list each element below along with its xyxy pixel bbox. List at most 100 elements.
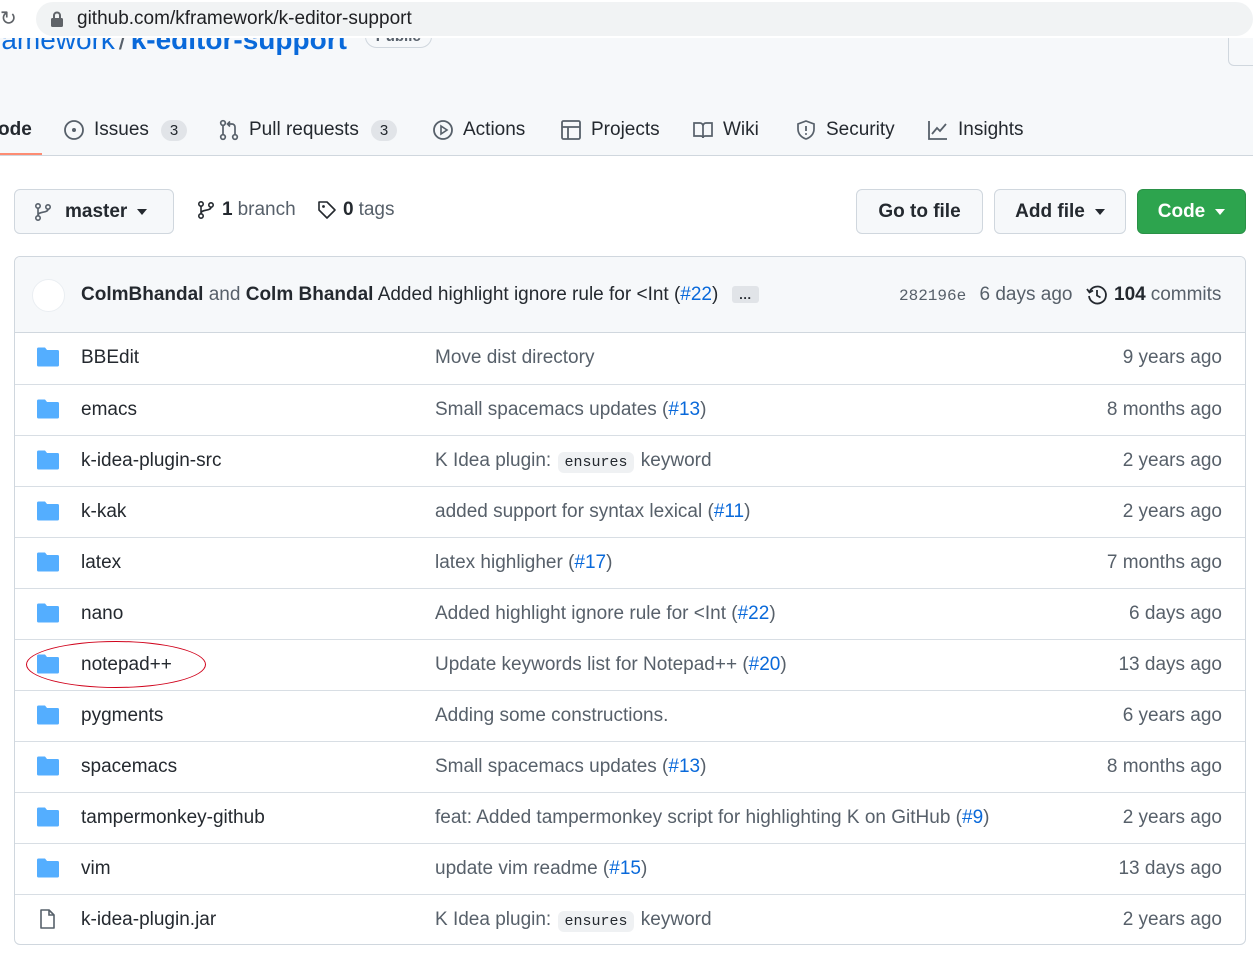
commit-pr-link[interactable]: #22 bbox=[680, 284, 712, 305]
file-row[interactable]: spacemacs Small spacemacs updates (#13) 8 … bbox=[15, 741, 1245, 792]
book-icon bbox=[693, 122, 713, 139]
file-row[interactable]: nano Added highlight ignore rule for <Int… bbox=[15, 588, 1245, 639]
commit-msg-text[interactable]: added support for syntax lexical ( bbox=[435, 501, 714, 522]
branch-select-button[interactable]: master bbox=[14, 189, 174, 234]
code-button[interactable]: Code bbox=[1137, 189, 1246, 234]
tab-security[interactable]: Security bbox=[795, 104, 895, 155]
commit-pr-link[interactable]: #13 bbox=[668, 399, 700, 420]
tags-link[interactable]: 0 tags bbox=[317, 199, 395, 221]
file-row[interactable]: k-kak added support for syntax lexical (#… bbox=[15, 486, 1245, 537]
issues-count-badge: 3 bbox=[160, 119, 188, 141]
address-bar[interactable]: github.com/kframework/k-editor-support bbox=[36, 2, 1253, 36]
file-name-link[interactable]: k-idea-plugin.jar bbox=[81, 909, 216, 931]
repo-action-button[interactable] bbox=[1228, 38, 1253, 66]
commit-msg-end[interactable]: ) bbox=[744, 501, 750, 522]
commits-history-link[interactable]: 104 commits bbox=[1086, 284, 1221, 306]
expand-commit-button[interactable]: … bbox=[731, 286, 759, 304]
file-row[interactable]: BBEdit Move dist directory 9 years ago bbox=[15, 333, 1245, 384]
tab-wiki[interactable]: Wiki bbox=[692, 104, 759, 155]
repo-owner-link[interactable]: ramework bbox=[0, 38, 115, 55]
tab-pull-requests[interactable]: Pull requests 3 bbox=[218, 104, 398, 155]
file-commit-message: Move dist directory bbox=[435, 347, 594, 369]
commit-msg-text[interactable]: K Idea plugin: bbox=[435, 450, 551, 471]
commit-msg-text[interactable]: update vim readme ( bbox=[435, 858, 609, 879]
commit-coauthor-link[interactable]: Colm Bhandal bbox=[246, 284, 374, 305]
file-commit-message: latex highligher (#17) bbox=[435, 552, 612, 574]
branches-link[interactable]: 1 branch bbox=[196, 199, 296, 221]
tab-label: Projects bbox=[591, 119, 660, 140]
branch-icon bbox=[197, 200, 215, 220]
tab-label: ode bbox=[0, 119, 32, 140]
commit-msg-end[interactable]: ) bbox=[641, 858, 647, 879]
file-name-link[interactable]: k-idea-plugin-src bbox=[81, 450, 221, 472]
pull-request-icon bbox=[219, 119, 239, 141]
commit-message-end: ) bbox=[712, 284, 719, 305]
file-name-link[interactable]: pygments bbox=[81, 705, 163, 727]
tab-insights[interactable]: Insights bbox=[927, 104, 1023, 155]
file-name-link[interactable]: spacemacs bbox=[81, 756, 177, 778]
commit-msg-end[interactable]: ) bbox=[606, 552, 612, 573]
commit-msg-end[interactable]: keyword bbox=[641, 909, 712, 930]
file-commit-message: update vim readme (#15) bbox=[435, 858, 647, 880]
reload-icon[interactable]: ↻ bbox=[0, 6, 17, 30]
repo-name-link[interactable]: k-editor-support bbox=[131, 38, 347, 55]
file-row[interactable]: latex latex highligher (#17) 7 months ago bbox=[15, 537, 1245, 588]
go-to-file-label: Go to file bbox=[878, 200, 961, 222]
file-name-link[interactable]: nano bbox=[81, 603, 123, 625]
commit-msg-text[interactable]: Added highlight ignore rule for <Int ( bbox=[435, 603, 738, 624]
file-row[interactable]: vim update vim readme (#15) 13 days ago bbox=[15, 843, 1245, 894]
file-row[interactable]: k-idea-plugin.jar K Idea plugin: ensures … bbox=[15, 894, 1245, 944]
commits-label: commits bbox=[1150, 284, 1222, 305]
commit-msg-text[interactable]: Move dist directory bbox=[435, 347, 594, 368]
tab-code[interactable]: ode bbox=[0, 104, 32, 155]
commit-msg-text[interactable]: Adding some constructions. bbox=[435, 705, 668, 726]
commit-msg-text[interactable]: Small spacemacs updates ( bbox=[435, 756, 668, 777]
commit-msg-text[interactable]: Small spacemacs updates ( bbox=[435, 399, 668, 420]
tab-actions[interactable]: Actions bbox=[432, 104, 525, 155]
file-row[interactable]: pygments Adding some constructions. 6 year… bbox=[15, 690, 1245, 741]
commit-pr-link[interactable]: #11 bbox=[714, 501, 744, 522]
file-name-link[interactable]: k-kak bbox=[81, 501, 126, 523]
file-row[interactable]: k-idea-plugin-src K Idea plugin: ensures … bbox=[15, 435, 1245, 486]
commit-msg-end[interactable]: ) bbox=[780, 654, 786, 675]
commit-msg-end[interactable]: ) bbox=[983, 807, 989, 828]
commit-pr-link[interactable]: #13 bbox=[668, 756, 700, 777]
file-name-link[interactable]: emacs bbox=[81, 399, 137, 421]
commit-pr-link[interactable]: #22 bbox=[738, 603, 770, 624]
commit-msg-text[interactable]: latex highligher ( bbox=[435, 552, 574, 573]
commit-msg-end[interactable]: ) bbox=[700, 756, 706, 777]
url-text[interactable]: github.com/kframework/k-editor-support bbox=[77, 8, 412, 30]
commit-pr-link[interactable]: #20 bbox=[749, 654, 781, 675]
tags-count: 0 bbox=[343, 199, 354, 220]
commit-message-text[interactable]: Added highlight ignore rule for <Int ( bbox=[378, 284, 681, 305]
commit-msg-text[interactable]: feat: Added tampermonkey script for high… bbox=[435, 807, 962, 828]
commit-author-link[interactable]: ColmBhandal bbox=[81, 284, 203, 305]
commit-pr-link[interactable]: #17 bbox=[574, 552, 606, 573]
file-commit-message: feat: Added tampermonkey script for high… bbox=[435, 807, 989, 829]
avatar[interactable] bbox=[32, 279, 65, 312]
file-name-link[interactable]: BBEdit bbox=[81, 347, 139, 369]
add-file-button[interactable]: Add file bbox=[994, 189, 1126, 234]
tab-projects[interactable]: Projects bbox=[560, 104, 660, 155]
commit-sha-link[interactable]: 282196e bbox=[899, 287, 966, 305]
issue-icon bbox=[64, 120, 84, 140]
commit-msg-text[interactable]: K Idea plugin: bbox=[435, 909, 551, 930]
file-name-link[interactable]: vim bbox=[81, 858, 111, 880]
tab-issues[interactable]: Issues 3 bbox=[63, 104, 188, 155]
tab-label: Wiki bbox=[723, 119, 759, 140]
file-row[interactable]: notepad++ Update keywords list for Notepa… bbox=[15, 639, 1245, 690]
folder-icon bbox=[37, 450, 59, 470]
file-name-link[interactable]: tampermonkey-github bbox=[81, 807, 265, 829]
file-row[interactable]: emacs Small spacemacs updates (#13) 8 mont… bbox=[15, 384, 1245, 435]
commit-msg-end[interactable]: ) bbox=[769, 603, 775, 624]
commit-msg-text[interactable]: Update keywords list for Notepad++ ( bbox=[435, 654, 749, 675]
file-age: 2 years ago bbox=[1122, 909, 1222, 930]
commit-pr-link[interactable]: #15 bbox=[609, 858, 641, 879]
commit-msg-end[interactable]: ) bbox=[700, 399, 706, 420]
commit-pr-link[interactable]: #9 bbox=[962, 807, 983, 828]
commit-msg-end[interactable]: keyword bbox=[641, 450, 712, 471]
go-to-file-button[interactable]: Go to file bbox=[856, 189, 983, 234]
file-row[interactable]: tampermonkey-github feat: Added tampermon… bbox=[15, 792, 1245, 843]
file-name-link[interactable]: latex bbox=[81, 552, 121, 574]
file-name-link[interactable]: notepad++ bbox=[81, 654, 172, 676]
